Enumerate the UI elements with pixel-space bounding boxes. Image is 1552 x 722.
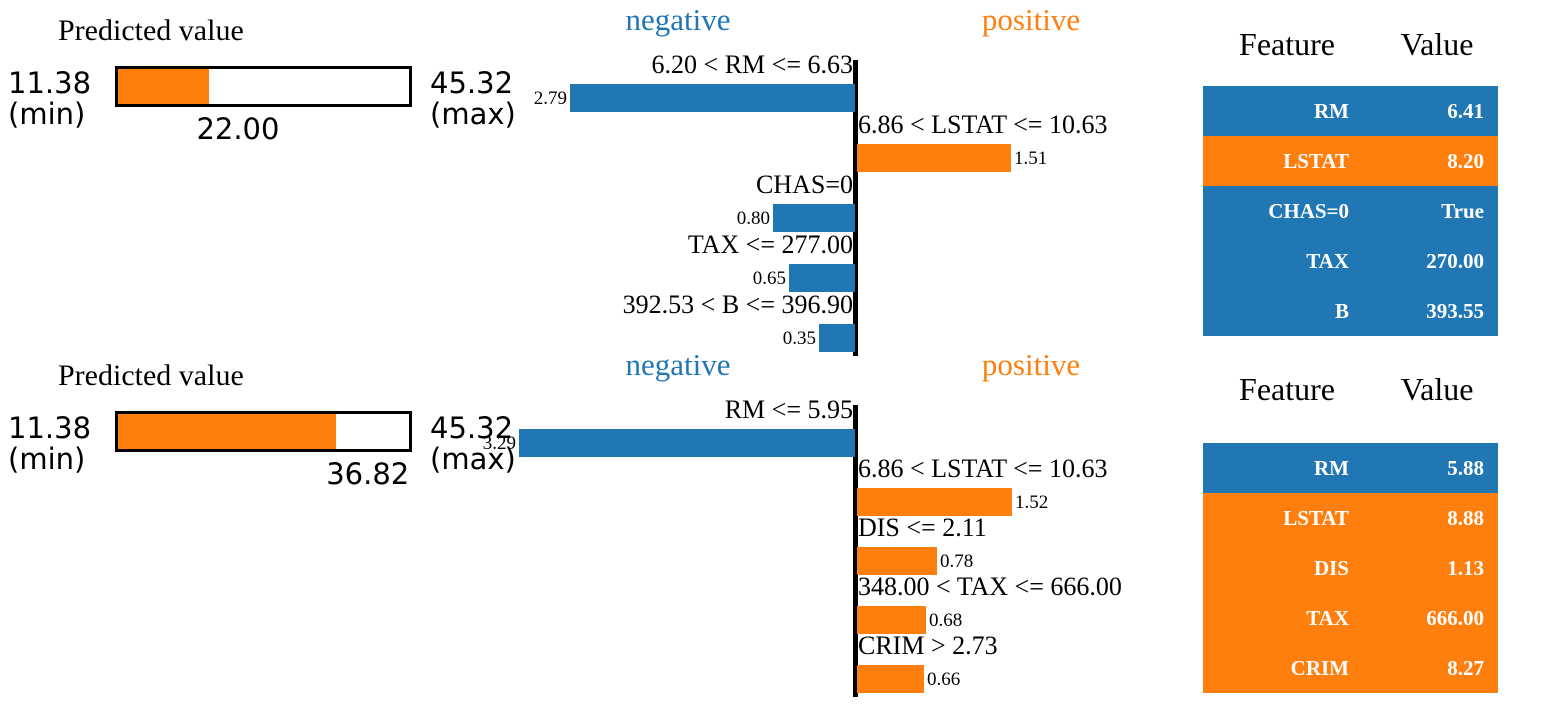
explanation-panel: Predicted value 11.38 (min) 45.32 (max) 36.82… <box>0 345 1552 722</box>
table-cell-value: 8.27 <box>1447 655 1484 680</box>
feature-condition-label: RM <= 5.95 <box>724 395 853 424</box>
table-cell-feature: CRIM <box>1290 655 1349 680</box>
feature-condition-label: 6.86 < LSTAT <= 10.63 <box>858 454 1108 483</box>
table-cell-value: 666.00 <box>1426 605 1484 630</box>
feature-contribution-bar <box>857 665 924 693</box>
table-cell-value: 6.41 <box>1447 98 1484 123</box>
feature-condition-label: 6.86 < LSTAT <= 10.63 <box>858 110 1108 139</box>
feature-contribution-value: 0.66 <box>927 669 961 690</box>
table-row: LSTAT 8.88 <box>1203 493 1498 543</box>
table-cell-value: 393.55 <box>1426 298 1484 323</box>
table-cell-feature: TAX <box>1306 605 1349 630</box>
legend-positive: positive <box>981 347 1081 382</box>
table-header-row: Feature Value <box>1203 18 1503 70</box>
table-cell-feature: CHAS=0 <box>1268 198 1349 223</box>
table-row: RM 5.88 <box>1203 443 1498 493</box>
table-cell-feature: RM <box>1314 98 1349 123</box>
legend-negative: negative <box>625 2 731 37</box>
table-cell-value: 270.00 <box>1426 248 1484 273</box>
explanation-panel: Predicted value 11.38 (min) 45.32 (max) 22.00… <box>0 0 1552 356</box>
table-row: TAX 270.00 <box>1203 236 1498 286</box>
table-cell-feature: DIS <box>1313 555 1349 580</box>
feature-condition-label: 348.00 < TAX <= 666.00 <box>858 572 1122 601</box>
table-cell-value: 8.88 <box>1447 505 1484 530</box>
table-header-row: Feature Value <box>1203 363 1503 415</box>
table-body: RM 5.88 LSTAT 8.88 DIS 1.13 TAX 666.00 CRIM 8.27 <box>1203 443 1498 693</box>
table-cell-value: 1.13 <box>1447 555 1484 580</box>
table-row: CHAS=0 True <box>1203 186 1498 236</box>
table-cell-value: 8.20 <box>1447 148 1484 173</box>
legend-positive: positive <box>981 2 1081 37</box>
table-header-value: Value <box>1400 25 1474 62</box>
feature-condition-label: 6.20 < RM <= 6.63 <box>651 50 853 79</box>
table-body: RM 6.41 LSTAT 8.20 CHAS=0 True TAX 270.00 B 393.5… <box>1203 86 1498 336</box>
table-cell-feature: LSTAT <box>1283 505 1349 530</box>
table-row: CRIM 8.27 <box>1203 643 1498 693</box>
table-cell-feature: TAX <box>1306 248 1349 273</box>
table-row: TAX 666.00 <box>1203 593 1498 643</box>
table-cell-value: 5.88 <box>1447 455 1484 480</box>
feature-condition-label: CRIM > 2.73 <box>858 631 998 660</box>
table-row: DIS 1.13 <box>1203 543 1498 593</box>
table-row: B 393.55 <box>1203 286 1498 336</box>
table-cell-feature: RM <box>1314 455 1349 480</box>
feature-condition-label: DIS <= 2.11 <box>858 513 987 542</box>
table-cell-value: True <box>1441 198 1484 223</box>
feature-condition-label: TAX <= 277.00 <box>687 230 853 259</box>
table-cell-feature: LSTAT <box>1283 148 1349 173</box>
table-header-feature: Feature <box>1239 370 1335 407</box>
table-row: LSTAT 8.20 <box>1203 136 1498 186</box>
table-row: RM 6.41 <box>1203 86 1498 136</box>
feature-condition-label: CHAS=0 <box>755 170 853 199</box>
table-header-feature: Feature <box>1239 25 1335 62</box>
feature-condition-label: 392.53 < B <= 396.90 <box>622 290 853 319</box>
table-header-value: Value <box>1400 370 1474 407</box>
legend-negative: negative <box>625 347 731 382</box>
table-cell-feature: B <box>1334 298 1349 323</box>
